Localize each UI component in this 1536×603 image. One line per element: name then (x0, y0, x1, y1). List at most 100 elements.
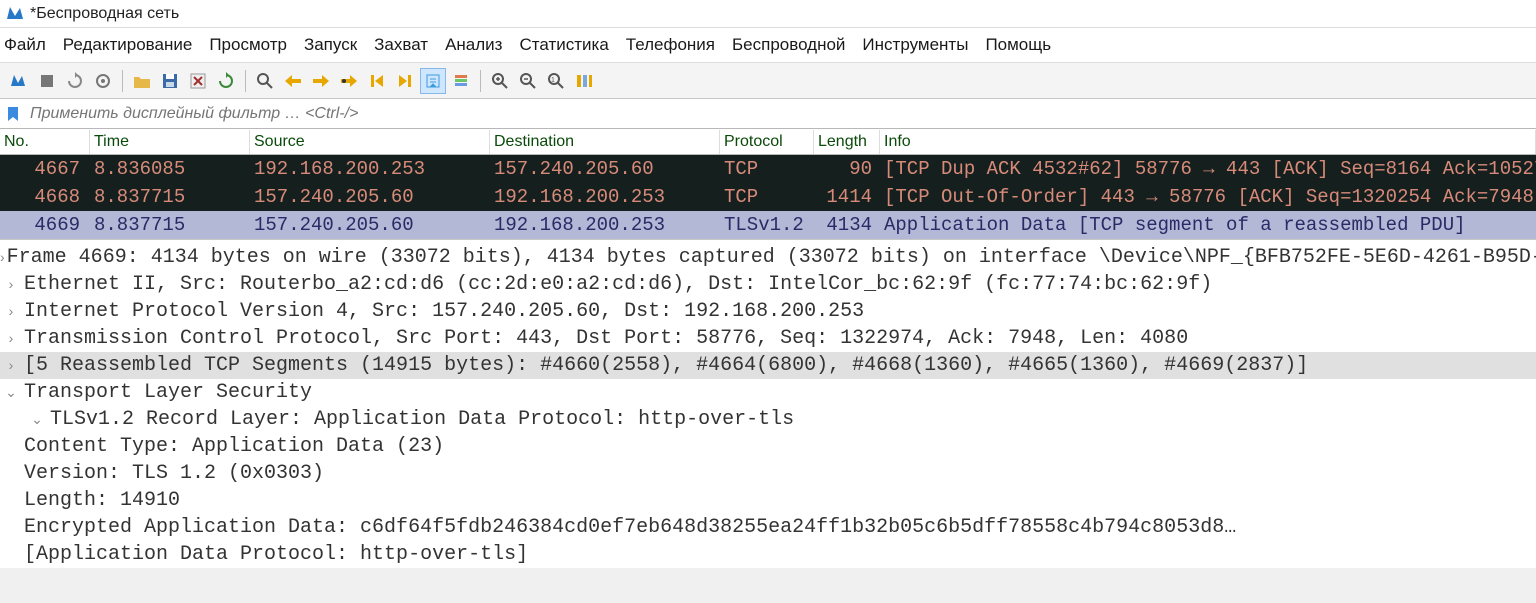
expand-toggle-icon[interactable]: › (0, 298, 22, 325)
expand-toggle-icon[interactable]: ⌄ (0, 379, 22, 406)
cell-no: 4668 (0, 186, 90, 208)
cell-length: 4134 (814, 214, 880, 236)
title-bar: *Беспроводная сеть (0, 0, 1536, 28)
column-no-header[interactable]: No. (0, 130, 90, 154)
zoom-reset-button[interactable]: 1 (543, 68, 569, 94)
column-source-header[interactable]: Source (250, 130, 490, 154)
detail-row[interactable]: Encrypted Application Data: c6df64f5fdb2… (0, 514, 1536, 541)
menu-item-5[interactable]: Анализ (443, 32, 514, 58)
zoom-in-button[interactable] (487, 68, 513, 94)
toolbar-separator (245, 70, 246, 92)
detail-row[interactable]: ›Ethernet II, Src: Routerbo_a2:cd:d6 (cc… (0, 271, 1536, 298)
packet-row[interactable]: 46698.837715157.240.205.60192.168.200.25… (0, 211, 1536, 239)
detail-text: Frame 4669: 4134 bytes on wire (33072 bi… (5, 244, 1536, 271)
cell-source: 157.240.205.60 (250, 186, 490, 208)
detail-row[interactable]: ›Internet Protocol Version 4, Src: 157.2… (0, 298, 1536, 325)
display-filter-input[interactable] (26, 102, 1532, 126)
detail-row[interactable]: ⌄Transport Layer Security (0, 379, 1536, 406)
detail-text: [Application Data Protocol: http-over-tl… (22, 541, 1536, 568)
detail-text: Version: TLS 1.2 (0x0303) (22, 460, 1536, 487)
column-info-header[interactable]: Info (880, 130, 1536, 154)
detail-row[interactable]: ›[5 Reassembled TCP Segments (14915 byte… (0, 352, 1536, 379)
colorize-button[interactable] (448, 68, 474, 94)
menu-item-3[interactable]: Запуск (302, 32, 369, 58)
cell-protocol: TCP (720, 186, 814, 208)
menu-item-6[interactable]: Статистика (517, 32, 620, 58)
detail-text: Internet Protocol Version 4, Src: 157.24… (22, 298, 1536, 325)
expand-toggle-icon[interactable]: › (0, 352, 22, 379)
app-fin-icon (6, 5, 24, 23)
cell-info: [TCP Out-Of-Order] 443 → 58776 [ACK] Seq… (880, 186, 1536, 208)
detail-text: Length: 14910 (22, 487, 1536, 514)
close-file-button[interactable] (185, 68, 211, 94)
cell-time: 8.837715 (90, 214, 250, 236)
menu-item-4[interactable]: Захват (372, 32, 440, 58)
stop-capture-button[interactable] (34, 68, 60, 94)
detail-text: Transport Layer Security (22, 379, 1536, 406)
start-capture-button[interactable] (6, 68, 32, 94)
expand-toggle-icon[interactable]: ⌄ (0, 406, 48, 433)
autoscroll-button[interactable] (420, 68, 446, 94)
toolbar: 1 (0, 63, 1536, 99)
cell-source: 157.240.205.60 (250, 214, 490, 236)
detail-row[interactable]: [Application Data Protocol: http-over-tl… (0, 541, 1536, 568)
menu-item-8[interactable]: Беспроводной (730, 32, 857, 58)
toolbar-separator (122, 70, 123, 92)
packet-details-pane[interactable]: ›Frame 4669: 4134 bytes on wire (33072 b… (0, 239, 1536, 568)
column-length-header[interactable]: Length (814, 130, 880, 154)
column-protocol-header[interactable]: Protocol (720, 130, 814, 154)
detail-row[interactable]: ›Frame 4669: 4134 bytes on wire (33072 b… (0, 244, 1536, 271)
detail-row[interactable]: Version: TLS 1.2 (0x0303) (0, 460, 1536, 487)
bookmark-icon[interactable] (4, 105, 22, 123)
cell-info: [TCP Dup ACK 4532#62] 58776 → 443 [ACK] … (880, 158, 1536, 180)
detail-text: Content Type: Application Data (23) (22, 433, 1536, 460)
column-destination-header[interactable]: Destination (490, 130, 720, 154)
restart-capture-button[interactable] (62, 68, 88, 94)
cell-source: 192.168.200.253 (250, 158, 490, 180)
go-back-button[interactable] (280, 68, 306, 94)
capture-options-button[interactable] (90, 68, 116, 94)
goto-last-button[interactable] (392, 68, 418, 94)
expand-toggle-icon[interactable]: › (0, 271, 22, 298)
detail-text: Ethernet II, Src: Routerbo_a2:cd:d6 (cc:… (22, 271, 1536, 298)
svg-text:1: 1 (551, 77, 555, 84)
cell-no: 4669 (0, 214, 90, 236)
detail-text: [5 Reassembled TCP Segments (14915 bytes… (22, 352, 1536, 379)
detail-row[interactable]: Length: 14910 (0, 487, 1536, 514)
save-file-button[interactable] (157, 68, 183, 94)
find-packet-button[interactable] (252, 68, 278, 94)
packet-list[interactable]: 46678.836085192.168.200.253157.240.205.6… (0, 155, 1536, 239)
detail-row[interactable]: ›Transmission Control Protocol, Src Port… (0, 325, 1536, 352)
menu-item-9[interactable]: Инструменты (860, 32, 980, 58)
cell-destination: 157.240.205.60 (490, 158, 720, 180)
packet-row[interactable]: 46678.836085192.168.200.253157.240.205.6… (0, 155, 1536, 183)
packet-row[interactable]: 46688.837715157.240.205.60192.168.200.25… (0, 183, 1536, 211)
menu-item-1[interactable]: Редактирование (61, 32, 205, 58)
resize-columns-button[interactable] (571, 68, 597, 94)
menu-item-2[interactable]: Просмотр (207, 32, 299, 58)
go-forward-button[interactable] (308, 68, 334, 94)
menu-item-7[interactable]: Телефония (624, 32, 727, 58)
cell-length: 1414 (814, 186, 880, 208)
zoom-out-button[interactable] (515, 68, 541, 94)
detail-text: TLSv1.2 Record Layer: Application Data P… (48, 406, 1536, 433)
menu-item-0[interactable]: Файл (2, 32, 58, 58)
window-title: *Беспроводная сеть (30, 5, 179, 23)
cell-destination: 192.168.200.253 (490, 186, 720, 208)
cell-protocol: TLSv1.2 (720, 214, 814, 236)
detail-row[interactable]: ⌄TLSv1.2 Record Layer: Application Data … (0, 406, 1536, 433)
goto-packet-button[interactable] (336, 68, 362, 94)
menu-bar: ФайлРедактированиеПросмотрЗапускЗахватАн… (0, 28, 1536, 63)
cell-info: Application Data [TCP segment of a reass… (880, 214, 1536, 236)
detail-text: Encrypted Application Data: c6df64f5fdb2… (22, 514, 1536, 541)
menu-item-10[interactable]: Помощь (983, 32, 1063, 58)
cell-protocol: TCP (720, 158, 814, 180)
cell-time: 8.836085 (90, 158, 250, 180)
goto-first-button[interactable] (364, 68, 390, 94)
column-time-header[interactable]: Time (90, 130, 250, 154)
expand-toggle-icon[interactable]: › (0, 325, 22, 352)
detail-row[interactable]: Content Type: Application Data (23) (0, 433, 1536, 460)
reload-file-button[interactable] (213, 68, 239, 94)
open-file-button[interactable] (129, 68, 155, 94)
cell-time: 8.837715 (90, 186, 250, 208)
